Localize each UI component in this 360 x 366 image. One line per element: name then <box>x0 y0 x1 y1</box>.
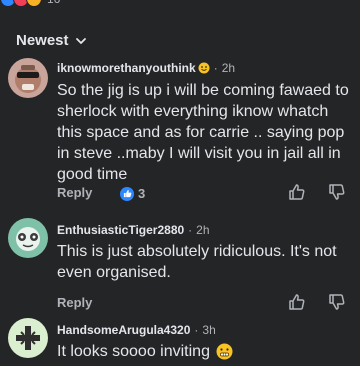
thumbs-down-icon[interactable] <box>327 182 347 202</box>
comment-time: 2h <box>196 223 210 237</box>
smiling-face-emoji-icon <box>198 62 210 74</box>
comment-meta: iknowmorethanyouthink · 2h <box>57 61 235 75</box>
chevron-down-icon <box>75 37 86 44</box>
comment-text: So the jig is up i will be coming fawaed… <box>57 82 349 183</box>
thumbs-up-icon[interactable] <box>287 182 307 202</box>
comment-actions: Reply <box>57 292 360 316</box>
comment-text: It looks soooo inviting <box>57 343 210 360</box>
reply-button[interactable]: Reply <box>57 295 92 310</box>
avatar[interactable] <box>8 318 48 358</box>
comment-meta: HandsomeArugula4320 · 3h <box>57 323 216 337</box>
grimacing-face-emoji-icon <box>216 343 233 360</box>
sort-label: Newest <box>16 32 69 49</box>
like-count: 3 <box>138 186 146 201</box>
thumbs-up-icon[interactable] <box>287 292 307 312</box>
sort-dropdown[interactable]: Newest <box>16 32 87 49</box>
reply-button[interactable]: Reply <box>57 185 92 200</box>
reaction-count: 16 <box>47 0 60 6</box>
comment-actions: Reply 3 <box>57 182 360 206</box>
like-reaction-icon <box>120 186 134 201</box>
haha-reaction-icon <box>26 0 42 7</box>
comment-author[interactable]: iknowmorethanyouthink <box>57 61 196 75</box>
meta-separator: · <box>188 223 193 237</box>
reaction-summary[interactable]: 16 <box>0 0 60 7</box>
meta-separator: · <box>213 61 218 75</box>
comment-text: This is just absolutely ridiculous. It's… <box>57 243 337 281</box>
comment-meta: EnthusiasticTiger2880 · 2h <box>57 223 210 237</box>
comment-author[interactable]: EnthusiasticTiger2880 <box>57 223 184 237</box>
comment-author[interactable]: HandsomeArugula4320 <box>57 323 190 337</box>
like-count-badge[interactable]: 3 <box>120 186 145 201</box>
avatar[interactable] <box>8 218 48 258</box>
thumbs-down-icon[interactable] <box>327 292 347 312</box>
comment-time: 2h <box>221 61 236 75</box>
comment-time: 3h <box>202 323 216 337</box>
comment-text-row: It looks soooo inviting <box>57 341 349 362</box>
avatar[interactable] <box>8 58 48 98</box>
meta-separator: · <box>194 323 199 337</box>
